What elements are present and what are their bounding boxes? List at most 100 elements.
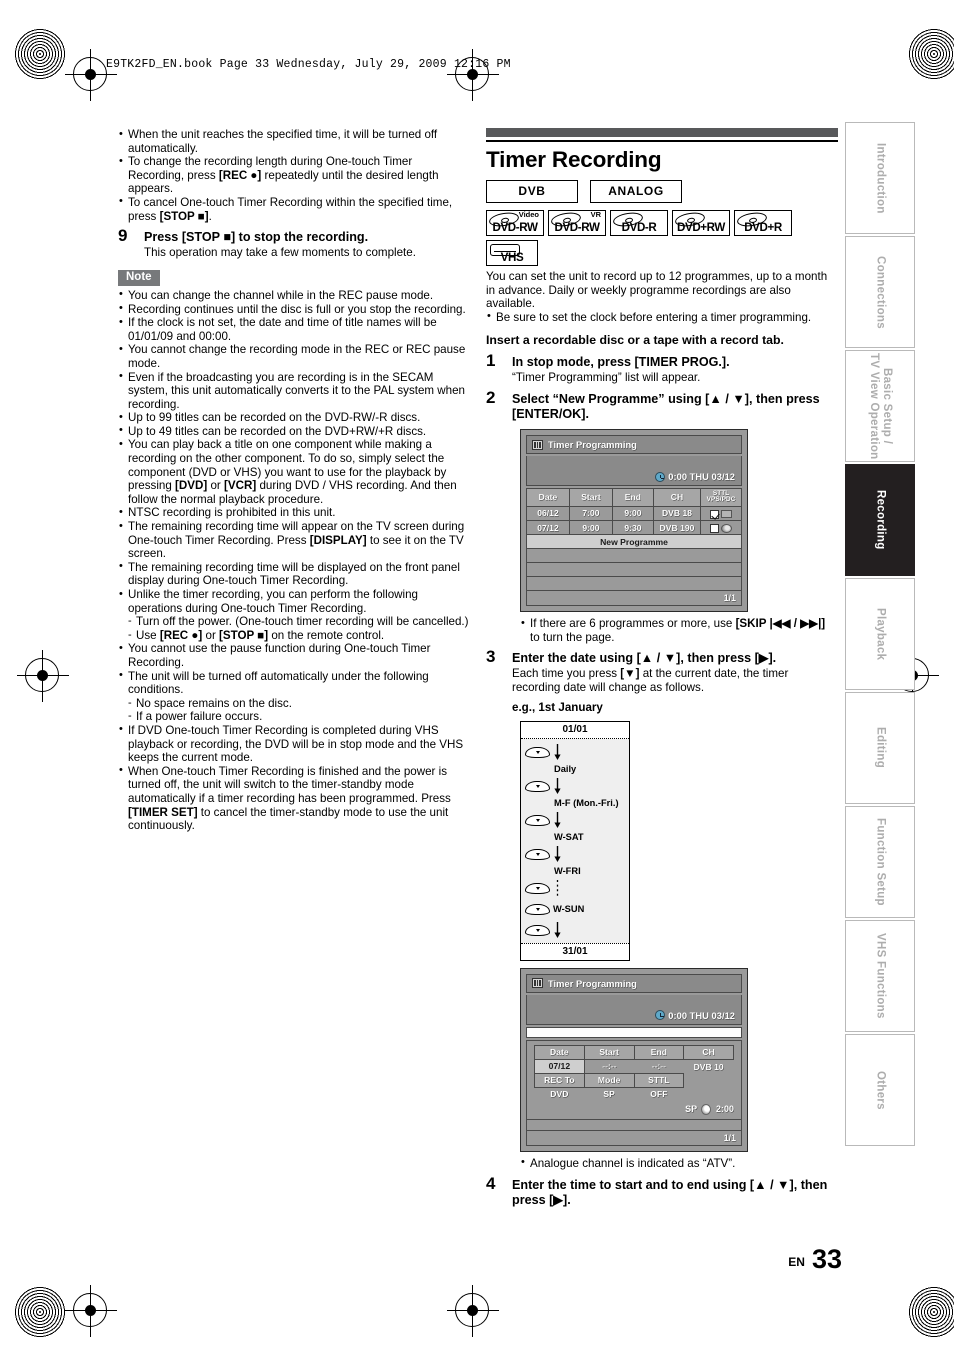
cell-start: 9:00 <box>569 519 613 536</box>
down-arrow-icon <box>553 744 562 761</box>
cycle-step <box>525 776 625 797</box>
cell-end: 9:30 <box>612 519 654 536</box>
table-row[interactable]: 07/12 9:00 9:30 DVB 190 <box>526 519 742 536</box>
osd-spacer-row <box>526 1119 742 1131</box>
list-item: If DVD One-touch Timer Recording is comp… <box>118 723 470 765</box>
cell-flags <box>700 505 742 522</box>
step-2-number: 2 <box>486 388 496 408</box>
list-item: If there are 6 programmes or more, use [… <box>520 617 838 644</box>
osd-clock-bar: 0:00 THU 03/12 <box>526 994 742 1025</box>
cell-rec-to[interactable]: DVD <box>534 1087 585 1101</box>
osd-title-bar: Timer Programming <box>526 973 742 993</box>
cell-ch[interactable]: DVB 10 <box>683 1059 734 1074</box>
badge-dvd-plus-rw: DVD+RW <box>672 210 730 236</box>
cell-sttl[interactable]: OFF <box>634 1087 684 1101</box>
badge-label: DVD-R <box>621 221 657 234</box>
list-item: Up to 99 titles can be recorded on the D… <box>118 411 470 425</box>
cycle-label: W-FRI <box>554 866 581 877</box>
badge-dvd-r: DVD-R <box>610 210 668 236</box>
down-arrow-icon <box>553 922 562 939</box>
table-header-row: Date Start End CH STTL VPS/PDC <box>526 488 742 507</box>
list-item: The remaining recording time will be dis… <box>118 560 470 588</box>
table-row-empty[interactable] <box>526 576 742 592</box>
badge-label: DVD-RW <box>554 221 600 234</box>
table-row[interactable]: 07/12 --:-- --:-- DVB 10 <box>534 1058 734 1074</box>
list-item: Be sure to set the clock before entering… <box>486 310 838 325</box>
section-rule-bottom <box>486 140 838 142</box>
section-rule-top <box>486 128 838 137</box>
step-1: 1 In stop mode, press [TIMER PROG.]. “Ti… <box>486 352 838 385</box>
sidebar-item-recording[interactable]: Recording <box>845 464 915 576</box>
down-button-icon <box>525 746 550 758</box>
list-item: When the unit reaches the specified time… <box>118 127 470 155</box>
step-9-number: 9 <box>118 226 128 246</box>
tab-label: Introduction <box>874 142 887 214</box>
disc-badge-row-1: Video DVD-RW VR DVD-RW DVD-R DVD+RW DVD+… <box>486 210 838 236</box>
language-code: EN <box>788 1255 805 1269</box>
registration-mark-top-left <box>65 49 117 101</box>
down-button-icon <box>525 814 550 826</box>
osd-clock-text: 0:00 THU 03/12 <box>668 471 735 483</box>
sidebar-item-function-setup[interactable]: Function Setup <box>845 806 915 918</box>
new-programme-label: New Programme <box>526 534 742 550</box>
cell-end[interactable]: --:-- <box>634 1059 684 1074</box>
col-sttl: STTL <box>633 1072 685 1088</box>
sttl-checkbox-icon[interactable] <box>709 523 719 533</box>
table-row[interactable]: DVD SP OFF <box>534 1087 734 1101</box>
sidebar-item-vhs-functions[interactable]: VHS Functions <box>845 920 915 1032</box>
sidebar-item-connections[interactable]: Connections <box>845 236 915 348</box>
list-item: The unit will be turned off automaticall… <box>118 669 470 697</box>
list-item: Recording continues until the disc is fu… <box>118 302 470 317</box>
cycle-label: M-F (Mon.-Fri.) <box>554 798 619 809</box>
step-3-number: 3 <box>486 647 496 667</box>
list-item: If the clock is not set, the date and ti… <box>118 316 470 343</box>
cell-mode[interactable]: SP <box>584 1087 634 1101</box>
table-row-empty[interactable] <box>526 562 742 578</box>
intro-paragraph: You can set the unit to record up to 12 … <box>486 270 828 311</box>
table-row[interactable]: 06/12 7:00 9:00 DVB 18 <box>526 505 742 522</box>
list-item: When One-touch Timer Recording is finish… <box>118 764 470 833</box>
sidebar-item-playback[interactable]: Playback <box>845 578 915 690</box>
sttl-checkbox-icon[interactable] <box>709 509 719 519</box>
col-date: Date <box>534 1044 585 1060</box>
registration-mark-left-middle <box>17 650 69 702</box>
cell-start[interactable]: --:-- <box>584 1059 634 1074</box>
osd-entry-panel: Date Start End CH 07/12 --:-- --:-- DVB … <box>526 1039 742 1120</box>
list-item: You can play back a title on one compone… <box>118 438 470 506</box>
list-item: Up to 49 titles can be recorded on the D… <box>118 424 470 439</box>
table-row-empty[interactable] <box>526 548 742 564</box>
list-item: To change the recording length during On… <box>118 155 470 196</box>
step-2: 2 Select “New Programme” using [▲ / ▼], … <box>486 388 838 422</box>
badge-dvd-rw-video: Video DVD-RW <box>486 210 544 236</box>
step-1-heading: In stop mode, press [TIMER PROG.]. <box>512 355 730 370</box>
sidebar-item-introduction[interactable]: Introduction <box>845 122 915 234</box>
cell-date-selected[interactable]: 07/12 <box>534 1058 585 1074</box>
clock-icon <box>655 1010 666 1021</box>
cycle-label: Daily <box>554 764 577 775</box>
sidebar-item-basic-setup[interactable]: Basic Setup / TV View Operation <box>845 350 915 462</box>
empty-slot <box>526 562 742 578</box>
down-button-icon <box>525 882 550 894</box>
cycle-body: Daily M-F (Mon.-Fri.) W-SAT W-FRI W-SUN <box>521 739 629 943</box>
cell-flags <box>700 519 742 536</box>
sidebar-item-others[interactable]: Others <box>845 1034 915 1146</box>
tab-label: Basic Setup / TV View Operation <box>868 352 893 460</box>
registration-mark-bottom-left <box>65 1285 117 1337</box>
corner-mark-top-left <box>14 28 66 80</box>
badge-dvd-plus-r: DVD+R <box>734 210 792 236</box>
remaining-space-indicator: SP 2:00 <box>534 1101 734 1115</box>
sidebar-item-editing[interactable]: Editing <box>845 692 915 804</box>
tab-label: Connections <box>874 255 887 329</box>
cycle-step <box>525 844 625 865</box>
col-sttl-vps: STTL VPS/PDC <box>700 488 742 507</box>
step-9: 9 Press [STOP ■] to stop the recording. … <box>118 226 470 260</box>
list-item: NTSC recording is prohibited in this uni… <box>118 506 470 520</box>
table-row-new-programme[interactable]: New Programme <box>526 534 742 550</box>
page-number: 33 <box>811 1244 842 1274</box>
list-item: Unlike the timer recording, you can perf… <box>118 588 470 615</box>
cycle-label: W-SUN <box>553 904 585 915</box>
step-3-example-label: e.g., 1st January <box>512 701 603 715</box>
step-9-sub: This operation may take a few moments to… <box>144 246 416 260</box>
cycle-step <box>525 810 625 831</box>
col-ch: CH <box>683 1044 734 1060</box>
